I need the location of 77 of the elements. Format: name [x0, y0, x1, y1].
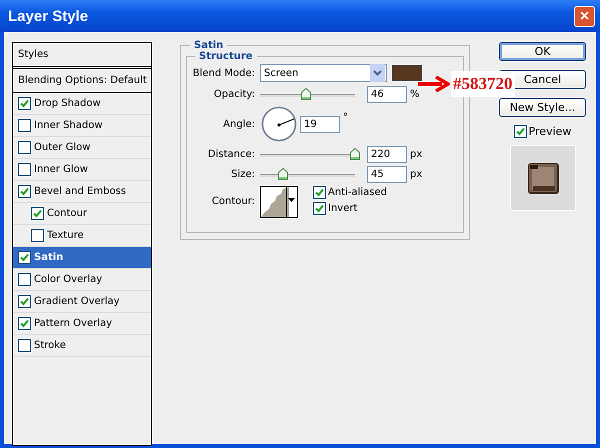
item-label: Stroke	[34, 340, 66, 351]
style-item[interactable]: Inner Shadow	[13, 115, 151, 137]
dialog-button[interactable]: New Style...	[499, 98, 586, 117]
checkbox[interactable]	[313, 202, 326, 215]
checkbox[interactable]	[18, 119, 31, 132]
field-label: Blend Mode:	[192, 68, 256, 78]
field-label: Contour:	[210, 195, 256, 209]
field-label: Angle:	[222, 118, 256, 130]
field-label: Size:	[230, 168, 256, 180]
item-label: Drop Shadow	[34, 98, 101, 109]
color-code-annotation: #583720	[451, 71, 514, 97]
contour-picker[interactable]	[260, 186, 298, 218]
style-item[interactable]: Styles	[13, 43, 151, 69]
item-label: Inner Glow	[34, 164, 88, 175]
style-item[interactable]: Blending Options: Default	[13, 69, 151, 93]
style-item[interactable]: Outer Glow	[13, 137, 151, 159]
checkbox[interactable]	[313, 186, 326, 199]
close-button[interactable]: ×	[574, 6, 595, 26]
checkbox[interactable]	[31, 229, 44, 242]
number-field[interactable]: 220	[367, 146, 407, 162]
checkbox[interactable]	[18, 185, 31, 198]
unit-label: px	[410, 168, 422, 180]
item-label: Bevel and Emboss	[34, 186, 126, 197]
checkbox[interactable]	[18, 339, 31, 352]
style-item[interactable]: Satin	[13, 247, 151, 269]
item-label: Gradient Overlay	[34, 296, 120, 307]
number-field[interactable]: 45	[367, 166, 407, 182]
style-item[interactable]: Color Overlay	[13, 269, 151, 291]
number-field[interactable]: 46	[367, 86, 407, 102]
slider-thumb[interactable]	[278, 168, 288, 180]
contour-curve-icon	[261, 187, 289, 217]
field-label: Distance:	[206, 148, 256, 160]
item-label: Texture	[47, 230, 84, 241]
checkbox-label: Anti-aliased	[328, 187, 388, 198]
item-label: Inner Shadow	[34, 120, 103, 131]
number-field[interactable]: 19	[300, 116, 340, 132]
slider[interactable]	[260, 148, 360, 160]
item-label: Color Overlay	[34, 274, 102, 285]
checkbox[interactable]	[18, 163, 31, 176]
window-title: Layer Style	[8, 8, 88, 24]
item-label: Styles	[18, 49, 48, 60]
item-label: Contour	[47, 208, 87, 219]
checkbox[interactable]	[18, 251, 31, 264]
unit-label: %	[410, 88, 420, 100]
checkbox[interactable]	[18, 141, 31, 154]
checkbox-label: Invert	[328, 203, 358, 214]
style-item[interactable]: Contour	[13, 203, 151, 225]
checkbox[interactable]	[18, 295, 31, 308]
arrow-icon	[418, 76, 450, 92]
checkbox[interactable]	[18, 317, 31, 330]
unit-label: °	[343, 112, 348, 123]
slider-thumb[interactable]	[350, 148, 360, 160]
caret-icon	[288, 198, 295, 202]
checkbox[interactable]	[514, 125, 527, 138]
dialog-button[interactable]: OK	[499, 42, 586, 61]
checkbox[interactable]	[31, 207, 44, 220]
style-item[interactable]: Gradient Overlay	[13, 291, 151, 313]
style-item[interactable]: Pattern Overlay	[13, 313, 151, 335]
angle-dial-icon[interactable]	[261, 106, 297, 142]
item-label: Satin	[34, 252, 64, 263]
item-label: Blending Options: Default	[18, 75, 147, 86]
item-label: Pattern Overlay	[34, 318, 112, 329]
unit-label: px	[410, 148, 422, 160]
style-item[interactable]: Stroke	[13, 335, 151, 357]
style-item[interactable]: Bevel and Emboss	[13, 181, 151, 203]
checkbox-label: Preview	[528, 125, 572, 138]
slider-thumb[interactable]	[301, 88, 311, 100]
checkbox[interactable]	[18, 273, 31, 286]
blend-mode-dropdown[interactable]: Screen	[260, 64, 387, 82]
section-title: Satin	[193, 40, 224, 51]
field-label: Opacity:	[212, 88, 256, 100]
item-label: Outer Glow	[34, 142, 90, 153]
section-title: Structure	[198, 51, 254, 62]
style-item[interactable]: Inner Glow	[13, 159, 151, 181]
style-item[interactable]: Drop Shadow	[13, 93, 151, 115]
color-swatch[interactable]	[392, 65, 422, 81]
checkbox[interactable]	[18, 97, 31, 110]
